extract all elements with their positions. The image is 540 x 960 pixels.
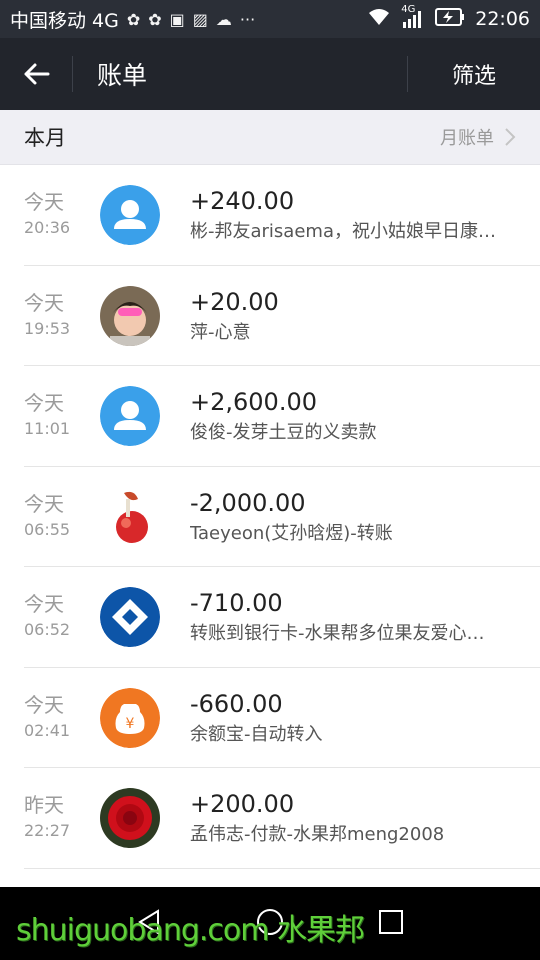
back-arrow-icon: [24, 63, 50, 85]
cloud-icon: ☁: [215, 9, 232, 29]
yuebao-icon-avatar: ¥: [100, 687, 160, 748]
bank-logo-avatar: [100, 587, 160, 648]
apple-photo-avatar: [100, 486, 160, 547]
watermark: shuiguobang.com 水果邦: [16, 913, 365, 948]
clock: 22:06: [475, 8, 530, 30]
signal-icon: 4G: [401, 4, 425, 28]
chevron-right-icon: [505, 128, 516, 146]
status-bar: 中国移动 4G ✿ ✿ ▣ ▨ ☁ ··· 4G 22:06: [0, 0, 540, 38]
transaction-list: 今天 20:36 +240.00 彬-邦友arisaema，祝小姑娘早日康… 今…: [0, 165, 540, 869]
transaction-time: 02:41: [24, 720, 71, 740]
nav-divider: [72, 56, 73, 92]
transaction-row[interactable]: 今天 02:41 ¥ -660.00 余额宝-自动转入: [0, 668, 540, 769]
transaction-amount: -710.00: [190, 589, 283, 618]
transaction-date: 昨天 22:27: [0, 792, 100, 844]
transaction-description: 孟伟志-付款-水果邦meng2008: [190, 824, 445, 846]
battery-icon: [435, 7, 465, 31]
transaction-description: 俊俊-发芽土豆的义卖款: [190, 422, 377, 444]
transaction-date: 今天 06:55: [0, 491, 100, 543]
transaction-amount: +200.00: [190, 790, 295, 819]
transaction-day: 今天: [24, 592, 64, 617]
nav-bar: 账单 筛选: [0, 38, 540, 110]
transaction-row[interactable]: 今天 06:52 -710.00 转账到银行卡-水果帮多位果友爱心…: [0, 567, 540, 668]
transaction-row[interactable]: 今天 06:55 -2,000.00 Taeyeon(艾孙晗煜)-转账: [0, 467, 540, 568]
transaction-day: 昨天: [24, 793, 64, 818]
sim-card-icon: ▣: [169, 9, 185, 29]
transaction-info: +2,600.00 俊俊-发芽土豆的义卖款: [190, 385, 510, 447]
rose-photo-avatar: [100, 788, 160, 849]
wifi-icon: [367, 7, 391, 32]
transaction-amount: -2,000.00: [190, 488, 306, 517]
recents-square-icon[interactable]: [378, 909, 404, 939]
transaction-amount: -660.00: [190, 689, 283, 718]
transaction-info: -710.00 转账到银行卡-水果帮多位果友爱心…: [190, 586, 510, 648]
transaction-info: -660.00 余额宝-自动转入: [190, 687, 510, 749]
default-user-avatar: [100, 386, 160, 447]
transaction-info: +20.00 萍-心意: [190, 285, 510, 347]
transaction-description: Taeyeon(艾孙晗煜)-转账: [190, 522, 393, 544]
transaction-date: 今天 06:52: [0, 591, 100, 643]
transaction-time: 11:01: [24, 419, 71, 439]
transaction-amount: +20.00: [190, 287, 279, 316]
transaction-day: 今天: [24, 391, 64, 416]
transaction-time: 06:52: [24, 620, 71, 640]
transaction-day: 今天: [24, 190, 64, 215]
image-icon: ▨: [192, 9, 208, 29]
transaction-time: 22:27: [24, 821, 71, 841]
monthly-bill-label: 月账单: [440, 128, 494, 149]
transaction-date: 今天 02:41: [0, 692, 100, 744]
child-photo-avatar: [100, 285, 160, 346]
network-type-label: 4G: [401, 4, 416, 15]
transaction-time: 20:36: [24, 218, 71, 238]
transaction-description: 彬-邦友arisaema，祝小姑娘早日康…: [190, 221, 496, 243]
notification-icons: ✿ ✿ ▣ ▨ ☁ ···: [127, 10, 255, 29]
transaction-info: +240.00 彬-邦友arisaema，祝小姑娘早日康…: [190, 184, 510, 246]
transaction-date: 今天 11:01: [0, 390, 100, 442]
monthly-bill-link[interactable]: 月账单: [440, 124, 516, 150]
transaction-description: 转账到银行卡-水果帮多位果友爱心…: [190, 623, 485, 645]
transaction-date: 今天 20:36: [0, 189, 100, 241]
transaction-day: 今天: [24, 692, 64, 717]
wechat-icon: ✿: [148, 9, 162, 29]
transaction-description: 萍-心意: [190, 321, 251, 343]
wechat-icon: ✿: [126, 9, 141, 29]
transaction-amount: +240.00: [190, 187, 295, 216]
transaction-date: 今天 19:53: [0, 290, 100, 342]
transaction-time: 19:53: [24, 318, 71, 338]
transaction-row[interactable]: 今天 19:53 +20.00 萍-心意: [0, 266, 540, 367]
transaction-info: +200.00 孟伟志-付款-水果邦meng2008: [190, 787, 510, 849]
svg-text:¥: ¥: [126, 716, 135, 732]
transaction-day: 今天: [24, 491, 64, 516]
back-button[interactable]: [0, 38, 72, 110]
transaction-info: -2,000.00 Taeyeon(艾孙晗煜)-转账: [190, 486, 510, 548]
more-icon: ···: [239, 9, 256, 29]
section-title: 本月: [24, 126, 66, 150]
transaction-time: 06:55: [24, 519, 71, 539]
transaction-row[interactable]: 今天 20:36 +240.00 彬-邦友arisaema，祝小姑娘早日康…: [0, 165, 540, 266]
month-section-header: 本月 月账单: [0, 110, 540, 165]
transaction-amount: +2,600.00: [190, 388, 317, 417]
transaction-row[interactable]: 今天 11:01 +2,600.00 俊俊-发芽土豆的义卖款: [0, 366, 540, 467]
page-title: 账单: [97, 61, 148, 90]
filter-button[interactable]: 筛选: [408, 58, 540, 90]
default-user-avatar: [100, 185, 160, 246]
carrier-label: 中国移动 4G: [10, 9, 119, 32]
transaction-row[interactable]: 昨天 22:27 +200.00 孟伟志-付款-水果邦meng2008: [0, 768, 540, 869]
transaction-description: 余额宝-自动转入: [190, 723, 323, 745]
transaction-day: 今天: [24, 290, 64, 315]
